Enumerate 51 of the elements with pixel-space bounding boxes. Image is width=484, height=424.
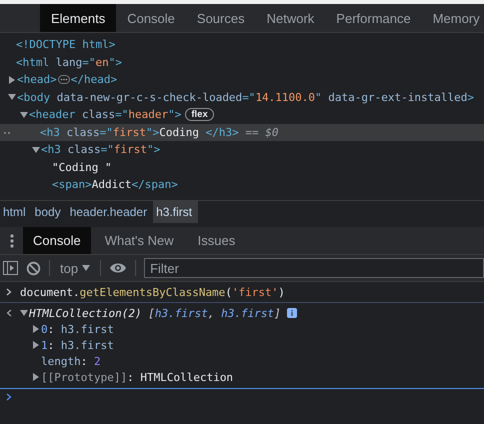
disclosure-triangle-icon[interactable]	[20, 309, 28, 317]
selected-node-row[interactable]: <h3 class="first">Coding </h3> == $0	[0, 124, 484, 141]
dom-node-code: <body data-new-gr-c-s-check-loaded="14.1100.0" data-gr-ext-installed>	[17, 90, 474, 104]
panel-tab[interactable]: Memory	[422, 4, 484, 32]
dom-node-code: <h3 class="first">Coding </h3> == $0	[40, 126, 278, 139]
property-entry: 0: h3.first	[41, 322, 114, 336]
breadcrumb[interactable]: body	[32, 201, 67, 223]
disclosure-triangle-icon[interactable]	[32, 341, 40, 349]
disclosure-triangle-icon[interactable]	[32, 325, 40, 333]
dom-node-code: <header class="header">	[29, 108, 182, 122]
info-icon[interactable]	[286, 308, 297, 318]
disclosure-triangle-icon[interactable]	[32, 373, 40, 381]
disclosure-triangle-icon[interactable]	[8, 93, 16, 102]
filter-field[interactable]: Filter	[144, 258, 484, 278]
sidebar-toggle-icon[interactable]	[3, 261, 18, 275]
property-entry: 1: h3.first	[41, 338, 114, 352]
dom-node-code: <!DOCTYPE html>	[16, 38, 116, 52]
caret-icon	[82, 265, 90, 271]
console-command-text: document.getElementsByClassName('first')	[20, 286, 285, 298]
prompt-chevron-icon	[6, 288, 12, 296]
ellipsis-icon[interactable]	[58, 75, 70, 84]
disclosure-triangle-icon[interactable]	[32, 146, 40, 154]
dom-node-code: <span>Addict</span>	[52, 178, 178, 192]
disclosure-triangle-icon[interactable]	[20, 110, 28, 119]
panel-tab[interactable]: Console	[116, 4, 186, 32]
panel-tab[interactable]: Network	[256, 4, 326, 32]
clear-console-icon[interactable]	[26, 260, 41, 276]
more-icon[interactable]	[10, 232, 14, 248]
property-entry: length: 2	[41, 354, 101, 368]
drawer-tab[interactable]: What's New	[94, 227, 184, 254]
dom-node-code: "Coding "	[52, 160, 112, 174]
disclosure-triangle-icon[interactable]	[8, 76, 16, 84]
console-result: HTMLCollection(2) [h3.first, h3.first]	[29, 306, 281, 320]
breadcrumb[interactable]: header.header	[66, 201, 154, 223]
dom-node-code: <head>	[17, 73, 57, 86]
drawer-tab[interactable]: Console	[23, 227, 91, 254]
dom-node-code: <h3 class="first">	[41, 143, 160, 156]
drawer-tab[interactable]: Issues	[188, 227, 246, 254]
panel-tab[interactable]: Performance	[325, 4, 422, 32]
dom-node-code: </head>	[70, 73, 118, 86]
breadcrumb[interactable]: html	[0, 201, 32, 223]
gutter-dots-icon	[3, 130, 11, 134]
prompt-chevron-icon	[6, 393, 12, 401]
dom-node-code: <html lang="en">	[16, 56, 122, 69]
property-entry: [[Prototype]]: HTMLCollection	[41, 370, 234, 384]
panel-tab[interactable]: Elements	[40, 4, 116, 32]
panel-tab[interactable]: Sources	[186, 4, 256, 32]
eye-icon[interactable]	[109, 262, 128, 274]
context-dropdown[interactable]: top	[58, 260, 92, 276]
flex-badge[interactable]: flex	[185, 108, 214, 122]
breadcrumb[interactable]: h3.first	[153, 201, 198, 223]
